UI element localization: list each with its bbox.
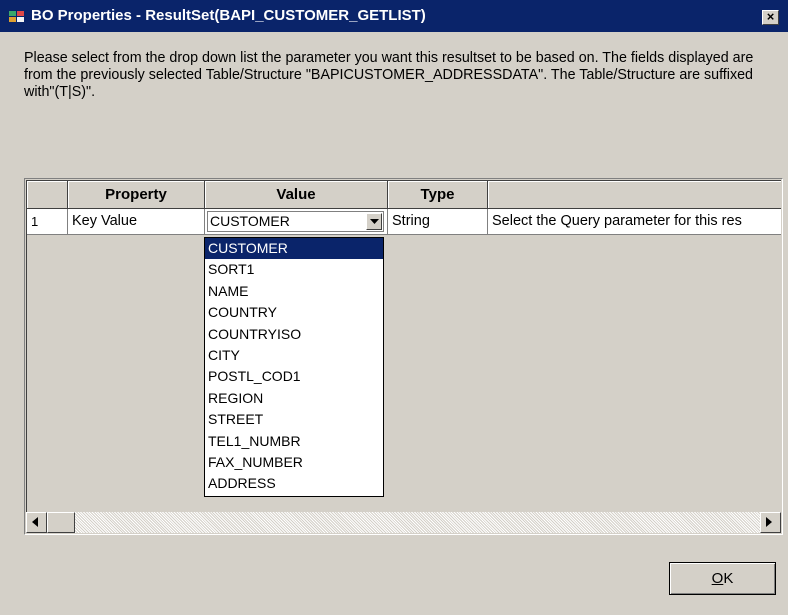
chevron-down-icon xyxy=(370,219,379,224)
description-cell[interactable]: Select the Query parameter for this res xyxy=(488,209,781,235)
property-cell[interactable]: Key Value xyxy=(68,209,205,235)
dropdown-option[interactable]: NAME xyxy=(205,281,383,302)
value-combobox[interactable]: CUSTOMER xyxy=(207,211,384,232)
instruction-text: Please select from the drop down list th… xyxy=(24,50,754,100)
ok-label: K xyxy=(723,570,734,587)
bo-properties-icon xyxy=(9,11,24,22)
properties-grid[interactable]: Property Value Type 1 Key Value CUSTOMER… xyxy=(24,178,783,535)
arrow-left-icon xyxy=(32,517,38,527)
dropdown-option[interactable]: REGION xyxy=(205,388,383,409)
arrow-right-icon xyxy=(766,517,772,527)
dropdown-option[interactable]: SORT1 xyxy=(205,259,383,280)
column-header-type[interactable]: Type xyxy=(388,181,488,209)
close-button[interactable]: × xyxy=(762,10,779,25)
type-cell[interactable]: String xyxy=(388,209,488,235)
dropdown-option[interactable]: COUNTRYISO xyxy=(205,324,383,345)
value-combobox-text: CUSTOMER xyxy=(210,213,290,229)
dropdown-option[interactable]: FAX_NUMBER xyxy=(205,452,383,473)
dropdown-option[interactable]: POSTL_COD1 xyxy=(205,366,383,387)
close-icon: × xyxy=(766,9,775,24)
bo-properties-dialog: BO Properties - ResultSet(BAPI_CUSTOMER_… xyxy=(0,0,788,615)
scroll-right-button[interactable] xyxy=(760,512,781,533)
dropdown-option[interactable]: TEL1_NUMBR xyxy=(205,431,383,452)
window-title: BO Properties - ResultSet(BAPI_CUSTOMER_… xyxy=(31,7,426,24)
dropdown-option[interactable]: STREET xyxy=(205,409,383,430)
dropdown-option[interactable]: ADDRESS xyxy=(205,473,383,494)
dropdown-option[interactable]: CUSTOMER xyxy=(205,238,383,260)
title-bar[interactable]: BO Properties - ResultSet(BAPI_CUSTOMER_… xyxy=(0,0,788,32)
value-cell[interactable]: CUSTOMER xyxy=(205,209,388,235)
column-header-property[interactable]: Property xyxy=(68,181,205,209)
dropdown-option[interactable]: CITY xyxy=(205,345,383,366)
horizontal-scrollbar[interactable] xyxy=(26,512,781,533)
row-header-corner xyxy=(27,181,68,209)
scroll-thumb[interactable] xyxy=(47,512,75,533)
scroll-left-button[interactable] xyxy=(26,512,47,533)
ok-mnemonic: O xyxy=(711,570,724,587)
row-number: 1 xyxy=(27,209,68,235)
ok-button[interactable]: OK xyxy=(669,562,776,595)
column-header-description[interactable] xyxy=(488,181,781,209)
combobox-dropdown-button[interactable] xyxy=(366,213,382,230)
dropdown-option[interactable]: COUNTRY xyxy=(205,302,383,323)
column-header-value[interactable]: Value xyxy=(205,181,388,209)
value-dropdown-list[interactable]: CUSTOMER SORT1 NAME COUNTRY COUNTRYISO C… xyxy=(204,237,384,497)
